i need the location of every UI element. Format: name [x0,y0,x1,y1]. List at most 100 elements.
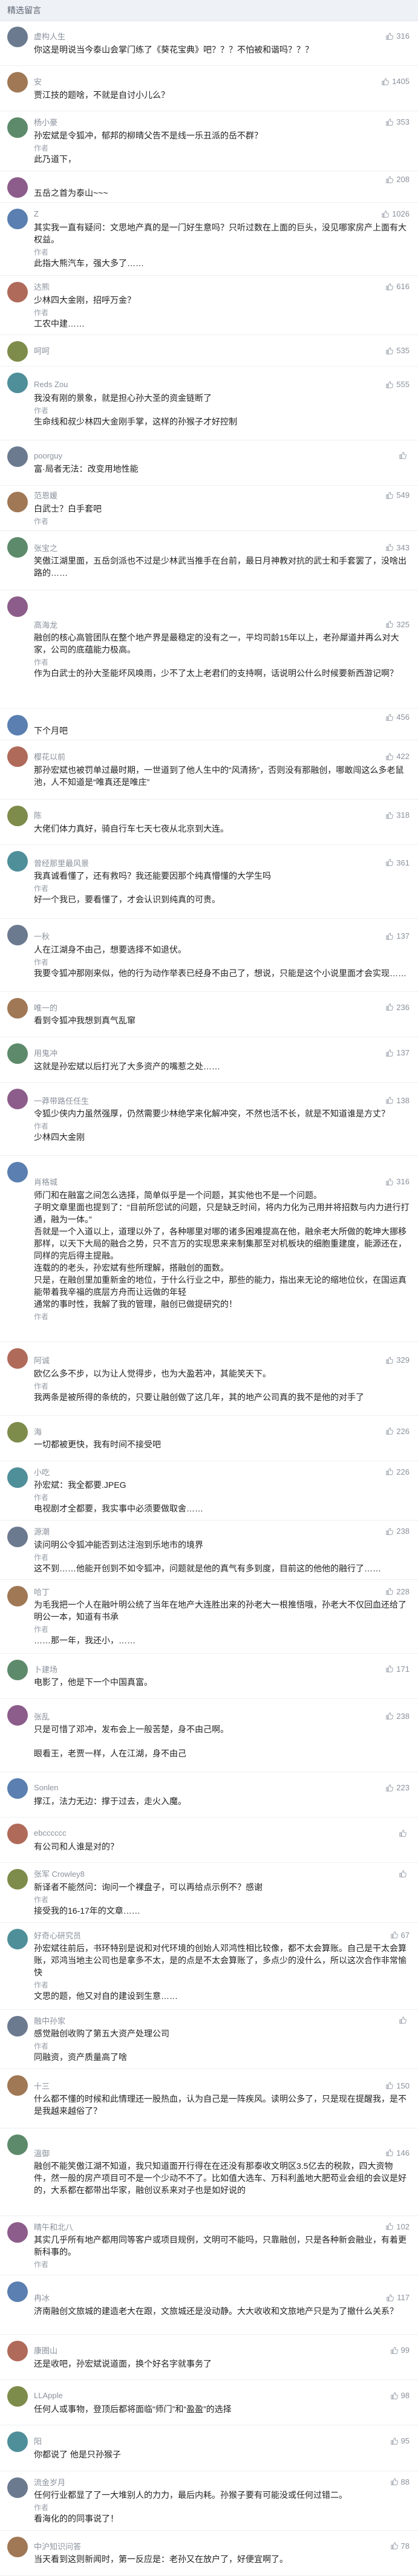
like-button[interactable] [399,451,410,460]
user-avatar[interactable] [7,282,28,303]
user-avatar[interactable] [7,1089,28,1110]
user-avatar[interactable] [7,2281,28,2302]
user-avatar[interactable] [7,1586,28,1607]
comment-author[interactable]: 范恩媛 [34,489,385,501]
comment-author[interactable]: 杨小豪 [34,116,385,128]
comment-author[interactable]: 一莽带路任任生 [34,1095,385,1106]
comment-author[interactable]: 张军 Crowley8 [34,1868,399,1879]
user-avatar[interactable] [7,746,28,767]
comment-author[interactable]: Reds Zou [34,380,385,389]
user-avatar[interactable] [7,997,28,1019]
like-button[interactable]: 98 [390,2391,410,2400]
like-button[interactable]: 422 [385,752,410,761]
like-button[interactable]: 171 [385,1665,410,1674]
comment-author[interactable]: 一秋 [34,930,385,942]
user-avatar[interactable] [7,851,28,872]
like-button[interactable]: 535 [385,346,410,355]
comment-author[interactable]: 张乱 [34,1710,385,1722]
comment-author[interactable]: 晴午和北八 [34,2221,385,2232]
like-button[interactable]: 329 [385,1355,410,1365]
like-button[interactable]: 353 [385,117,410,126]
like-button[interactable]: 316 [385,31,410,41]
user-avatar[interactable] [7,341,28,362]
like-button[interactable]: 67 [390,1931,410,1940]
like-button[interactable]: 318 [385,810,410,820]
like-button[interactable]: 228 [385,1587,410,1596]
user-avatar[interactable] [7,537,28,558]
like-button[interactable]: 236 [385,1003,410,1012]
user-avatar[interactable] [7,27,28,47]
like-button[interactable]: 325 [385,620,410,629]
comment-author[interactable]: 融中孙家 [34,2015,399,2026]
user-avatar[interactable] [7,2340,28,2361]
user-avatar[interactable] [7,1348,28,1369]
like-button[interactable] [399,2016,410,2024]
like-button[interactable]: 138 [385,1096,410,1105]
user-avatar[interactable] [7,1824,28,1845]
comment-author[interactable]: LLApple [34,2391,390,2400]
like-button[interactable]: 343 [385,543,410,552]
user-avatar[interactable] [7,1527,28,1548]
like-button[interactable]: 137 [385,931,410,941]
comment-author[interactable]: 康圈山 [34,2344,390,2356]
comment-author[interactable]: 中沪知识问答 [34,2540,390,2552]
user-avatar[interactable] [7,2134,28,2156]
user-avatar[interactable] [7,2431,28,2453]
comment-author[interactable]: 樱花以前 [34,751,385,762]
comment-author[interactable]: 小吃 [34,1466,385,1478]
comment-author[interactable]: 流金岁月 [34,2476,390,2488]
like-button[interactable]: 226 [385,1467,410,1476]
comment-author[interactable]: 达熊 [34,281,385,292]
user-avatar[interactable] [7,1467,28,1488]
user-avatar[interactable] [7,446,28,467]
like-button[interactable]: 226 [385,1427,410,1436]
user-avatar[interactable] [7,2386,28,2407]
comment-author[interactable]: 源潮 [34,1525,385,1537]
user-avatar[interactable] [7,491,28,512]
user-avatar[interactable] [7,1704,28,1726]
user-avatar[interactable] [7,714,28,735]
like-button[interactable]: 137 [385,1048,410,1057]
like-button[interactable]: 1026 [381,209,410,218]
user-avatar[interactable] [7,806,28,827]
user-avatar[interactable] [7,1659,28,1680]
like-button[interactable]: 555 [385,380,410,389]
like-button[interactable]: 1405 [381,77,410,86]
user-avatar[interactable] [7,2536,28,2557]
comment-author[interactable]: 卜建场 [34,1663,385,1675]
comment-author[interactable]: 唯一的 [34,1002,385,1013]
like-button[interactable]: 223 [385,1783,410,1792]
user-avatar[interactable] [7,1869,28,1890]
comment-author[interactable]: 肖格城 [34,1176,385,1187]
like-button[interactable]: 208 [385,175,410,184]
like-button[interactable] [399,1870,410,1878]
comment-author[interactable]: 陈 [34,809,385,821]
user-avatar[interactable] [7,1162,28,1183]
comment-author[interactable]: 曾经那里最风景 [34,857,385,869]
user-avatar[interactable] [7,373,28,394]
user-avatar[interactable] [7,1928,28,1949]
comment-author[interactable]: 用鬼冲 [34,1047,385,1058]
like-button[interactable]: 361 [385,858,410,867]
comment-author[interactable]: 张宝之 [34,542,385,553]
like-button[interactable]: 117 [386,2293,410,2302]
like-button[interactable]: 88 [390,2477,410,2486]
comment-author[interactable]: 哈丁 [34,1586,385,1597]
like-button[interactable]: 616 [385,282,410,291]
comment-author[interactable]: 阿诚 [34,1354,385,1366]
comment-author[interactable]: 溫御 [34,2147,385,2159]
user-avatar[interactable] [7,1421,28,1443]
like-button[interactable]: 78 [390,2542,410,2551]
like-button[interactable]: 146 [385,2148,410,2157]
like-button[interactable]: 95 [390,2436,410,2445]
like-button[interactable]: 316 [385,1177,410,1186]
comment-author[interactable]: 阳 [34,2435,390,2447]
user-avatar[interactable] [7,208,28,229]
comment-author[interactable]: 高海龙 [34,619,385,630]
user-avatar[interactable] [7,1043,28,1064]
like-button[interactable]: 102 [385,2222,410,2231]
comment-author[interactable]: Sonlen [34,1783,385,1792]
like-button[interactable]: 99 [390,2346,410,2355]
comment-author[interactable]: poorguy [34,451,399,460]
comment-author[interactable]: 冉冰 [34,2292,386,2303]
